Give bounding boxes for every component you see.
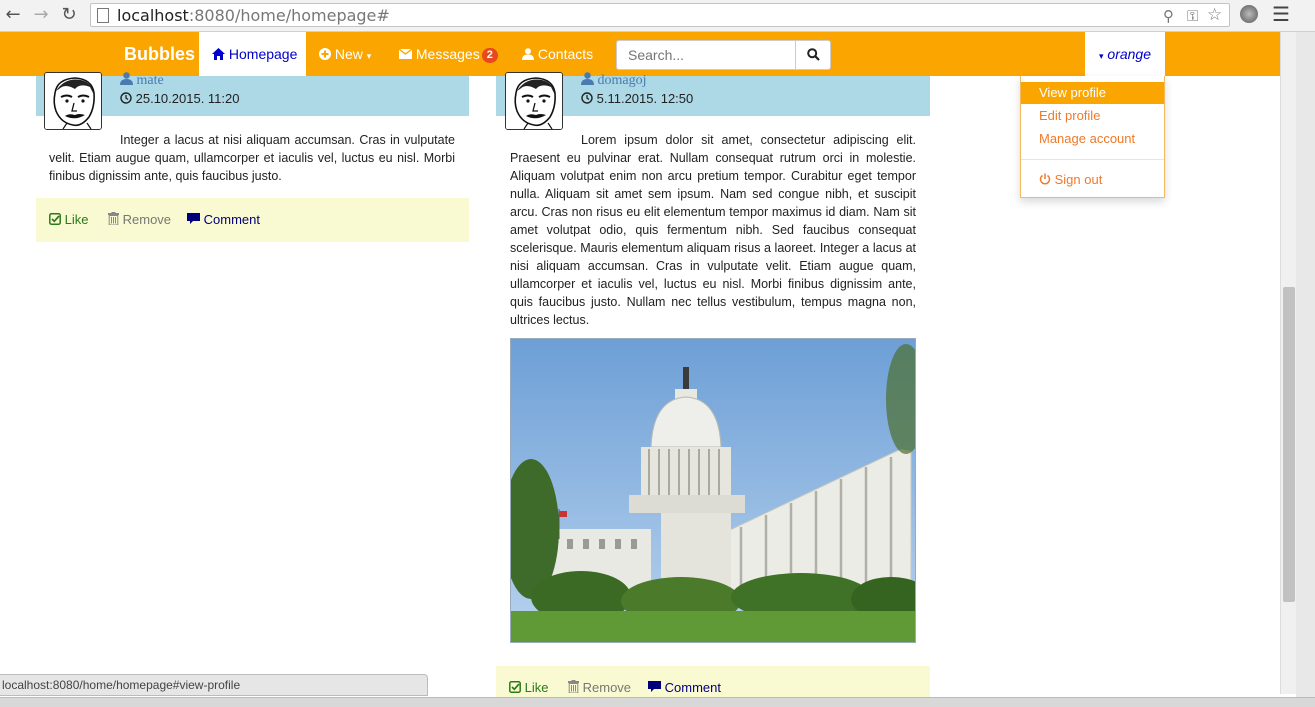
avatar[interactable] bbox=[505, 72, 563, 130]
home-icon bbox=[212, 46, 229, 62]
post-actions: Like Remove Comment bbox=[496, 666, 930, 697]
user-menu-toggle[interactable]: ▾ orange bbox=[1085, 32, 1165, 76]
address-bar[interactable]: localhost:8080/home/homepage# ⚲ ⚿ ☆ bbox=[90, 3, 1230, 27]
envelope-icon bbox=[398, 46, 416, 62]
search-icon bbox=[806, 46, 820, 63]
remove-button[interactable]: Remove bbox=[108, 212, 171, 227]
clock-icon bbox=[120, 91, 136, 106]
app-navbar: Bubbles Homepage New ▾ Messages 2 Contact… bbox=[0, 32, 1280, 76]
search-input[interactable] bbox=[616, 40, 796, 70]
username-label: orange bbox=[1107, 46, 1151, 62]
menu-view-profile[interactable]: View profile bbox=[1021, 82, 1164, 104]
brand-logo[interactable]: Bubbles bbox=[124, 44, 195, 65]
nav-new-label: New bbox=[334, 46, 363, 62]
post-date-text: 5.11.2015. 12:50 bbox=[596, 91, 694, 106]
status-bar: localhost:8080/home/homepage#view-profil… bbox=[0, 674, 428, 696]
comment-icon bbox=[187, 212, 204, 227]
like-label: Like bbox=[64, 212, 89, 227]
menu-edit-profile[interactable]: Edit profile bbox=[1021, 105, 1164, 127]
post-image-capitol[interactable] bbox=[510, 338, 916, 643]
sign-out-label: Sign out bbox=[1054, 172, 1103, 187]
like-button[interactable]: Like bbox=[509, 680, 548, 695]
browser-toolbar: ← → ↻ localhost:8080/home/homepage# ⚲ ⚿ … bbox=[0, 0, 1315, 32]
author-name: domagoj bbox=[597, 73, 647, 88]
nav-contacts-label: Contacts bbox=[537, 46, 594, 62]
nav-contacts[interactable]: Contacts bbox=[522, 32, 593, 76]
remove-label: Remove bbox=[582, 680, 632, 695]
author-name: mate bbox=[136, 73, 164, 88]
caret-down-icon: ▾ bbox=[366, 51, 372, 61]
url-text: localhost:8080/home/homepage# bbox=[117, 6, 390, 25]
post-date-text: 25.10.2015. 11:20 bbox=[135, 91, 240, 106]
menu-manage-account[interactable]: Manage account bbox=[1021, 128, 1164, 150]
post-body: Integer a lacus at nisi aliquam accumsan… bbox=[49, 133, 455, 183]
remove-button[interactable]: Remove bbox=[568, 680, 631, 695]
post-body: Lorem ipsum dolor sit amet, consectetur … bbox=[510, 133, 916, 327]
remove-label: Remove bbox=[122, 212, 172, 227]
like-label: Like bbox=[524, 680, 549, 695]
menu-divider bbox=[1021, 159, 1164, 160]
trash-icon bbox=[568, 680, 583, 695]
page-scrollbar[interactable] bbox=[1280, 32, 1296, 694]
comment-icon bbox=[648, 680, 665, 695]
avatar[interactable] bbox=[44, 72, 102, 130]
search-button[interactable] bbox=[795, 40, 831, 70]
power-icon bbox=[1039, 172, 1055, 187]
comment-button[interactable]: Comment bbox=[187, 212, 260, 227]
post-date: 5.11.2015. 12:50 bbox=[581, 91, 693, 106]
nav-new[interactable]: New ▾ bbox=[319, 32, 371, 76]
user-icon bbox=[581, 72, 598, 88]
taskbar bbox=[0, 697, 1315, 707]
comment-label: Comment bbox=[664, 680, 721, 695]
plus-circle-icon bbox=[319, 46, 335, 62]
reload-icon[interactable]: ↻ bbox=[58, 4, 80, 26]
post-actions: Like Remove Comment bbox=[36, 198, 469, 242]
post-author[interactable]: mate bbox=[120, 72, 164, 89]
check-square-icon bbox=[509, 680, 525, 695]
page-icon bbox=[97, 8, 109, 23]
clock-icon bbox=[581, 91, 597, 106]
browser-menu-icon[interactable]: ☰ bbox=[1272, 2, 1290, 27]
nav-homepage[interactable]: Homepage bbox=[199, 32, 306, 76]
extension-icon[interactable] bbox=[1240, 5, 1258, 23]
user-icon bbox=[522, 46, 538, 62]
zoom-icon[interactable]: ⚲ bbox=[1163, 7, 1174, 25]
user-icon bbox=[120, 72, 137, 88]
menu-sign-out[interactable]: Sign out bbox=[1021, 169, 1164, 191]
comment-label: Comment bbox=[203, 212, 260, 227]
caret-down-icon: ▾ bbox=[1098, 51, 1104, 61]
check-square-icon bbox=[49, 212, 65, 227]
scrollbar-thumb[interactable] bbox=[1283, 287, 1295, 602]
back-arrow-icon[interactable]: ← bbox=[2, 4, 24, 26]
forward-arrow-icon[interactable]: → bbox=[30, 4, 52, 26]
nav-messages-label: Messages bbox=[415, 46, 480, 62]
comment-button[interactable]: Comment bbox=[648, 680, 721, 695]
post-date: 25.10.2015. 11:20 bbox=[120, 91, 239, 106]
bookmark-star-icon[interactable]: ☆ bbox=[1207, 5, 1222, 25]
user-dropdown-menu: View profile Edit profile Manage account… bbox=[1020, 76, 1165, 198]
post-author[interactable]: domagoj bbox=[581, 72, 647, 89]
messages-badge: 2 bbox=[481, 47, 498, 63]
like-button[interactable]: Like bbox=[49, 212, 88, 227]
key-icon[interactable]: ⚿ bbox=[1187, 7, 1198, 25]
nav-messages[interactable]: Messages 2 bbox=[398, 32, 498, 76]
side-panel-edge bbox=[1296, 32, 1315, 697]
nav-homepage-label: Homepage bbox=[228, 46, 298, 62]
trash-icon bbox=[108, 212, 123, 227]
